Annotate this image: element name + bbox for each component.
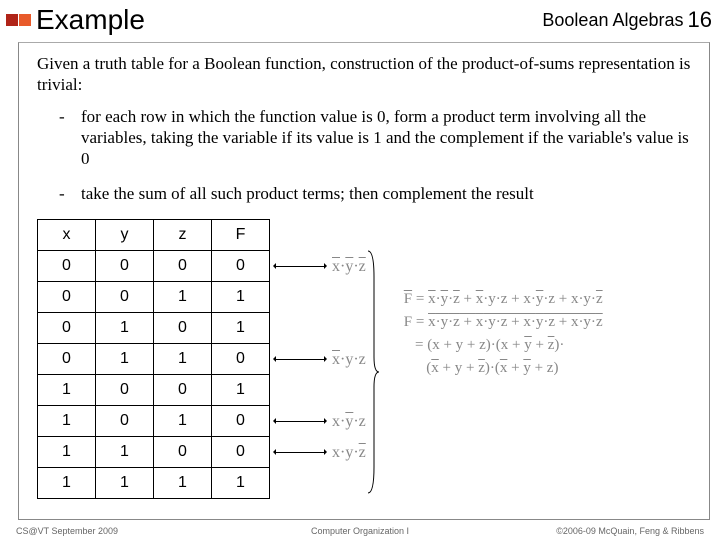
term-row-6: x·y·z bbox=[332, 438, 366, 469]
accent-square-dark bbox=[6, 14, 18, 26]
term-row-5: x·y·z bbox=[332, 407, 366, 438]
table-row: 0110 bbox=[38, 343, 270, 374]
page-number: 16 bbox=[688, 7, 712, 33]
truth-table: x y z F 0000 0011 0101 0110 1001 1010 11… bbox=[37, 219, 270, 499]
eq-line-4: (x + y + z)·(x + y + z) bbox=[404, 360, 603, 377]
eq-line-2: F = x·y·z + x·y·z + x·y·z + x·y·z bbox=[404, 314, 603, 331]
arrow-icon bbox=[274, 359, 326, 360]
table-row: 0000 bbox=[38, 250, 270, 281]
eq-line-3: = (x + y + z)·(x + y + z)· bbox=[404, 337, 603, 354]
content-box: Given a truth table for a Boolean functi… bbox=[18, 42, 710, 520]
footer-center: Computer Organization I bbox=[245, 526, 474, 536]
col-f: F bbox=[212, 219, 270, 250]
slide-title: Example bbox=[36, 4, 145, 36]
table-row: 1111 bbox=[38, 467, 270, 498]
table-row: 0101 bbox=[38, 312, 270, 343]
arrow-icon bbox=[274, 452, 326, 453]
lower-panel: x y z F 0000 0011 0101 0110 1001 1010 11… bbox=[37, 219, 695, 500]
bullet-dash: - bbox=[59, 106, 81, 170]
bullet-dash: - bbox=[59, 183, 81, 204]
table-row: 1100 bbox=[38, 436, 270, 467]
product-terms: x·y·z x·y·z x·y·z x·y·z bbox=[332, 219, 366, 500]
arrow-icon bbox=[274, 266, 326, 267]
table-row: 1010 bbox=[38, 405, 270, 436]
bullet-item: - for each row in which the function val… bbox=[59, 106, 695, 170]
col-y: y bbox=[96, 219, 154, 250]
table-header-row: x y z F bbox=[38, 219, 270, 250]
intro-text: Given a truth table for a Boolean functi… bbox=[37, 53, 695, 96]
slide-topic: Boolean Algebras bbox=[542, 10, 683, 31]
col-x: x bbox=[38, 219, 96, 250]
bullet-item: - take the sum of all such product terms… bbox=[59, 183, 695, 204]
arrow-column bbox=[270, 219, 330, 500]
slide-header: Example Boolean Algebras 16 bbox=[0, 0, 720, 42]
bullet-list: - for each row in which the function val… bbox=[59, 106, 695, 205]
accent-square-light bbox=[19, 14, 31, 26]
slide-footer: CS@VT September 2009 Computer Organizati… bbox=[0, 526, 720, 536]
brace-svg bbox=[366, 247, 380, 497]
arrow-icon bbox=[274, 421, 326, 422]
footer-left: CS@VT September 2009 bbox=[16, 526, 245, 536]
term-row-0: x·y·z bbox=[332, 252, 366, 283]
table-row: 1001 bbox=[38, 374, 270, 405]
brace-icon bbox=[366, 219, 380, 500]
table-row: 0011 bbox=[38, 281, 270, 312]
bullet-text: take the sum of all such product terms; … bbox=[81, 183, 695, 204]
equations: F = x·y·z + x·y·z + x·y·z + x·y·z F = x·… bbox=[404, 291, 603, 383]
bullet-text: for each row in which the function value… bbox=[81, 106, 695, 170]
footer-right: ©2006-09 McQuain, Feng & Ribbens bbox=[475, 526, 704, 536]
eq-line-1: F = x·y·z + x·y·z + x·y·z + x·y·z bbox=[404, 291, 603, 308]
col-z: z bbox=[154, 219, 212, 250]
term-row-3: x·y·z bbox=[332, 345, 366, 376]
